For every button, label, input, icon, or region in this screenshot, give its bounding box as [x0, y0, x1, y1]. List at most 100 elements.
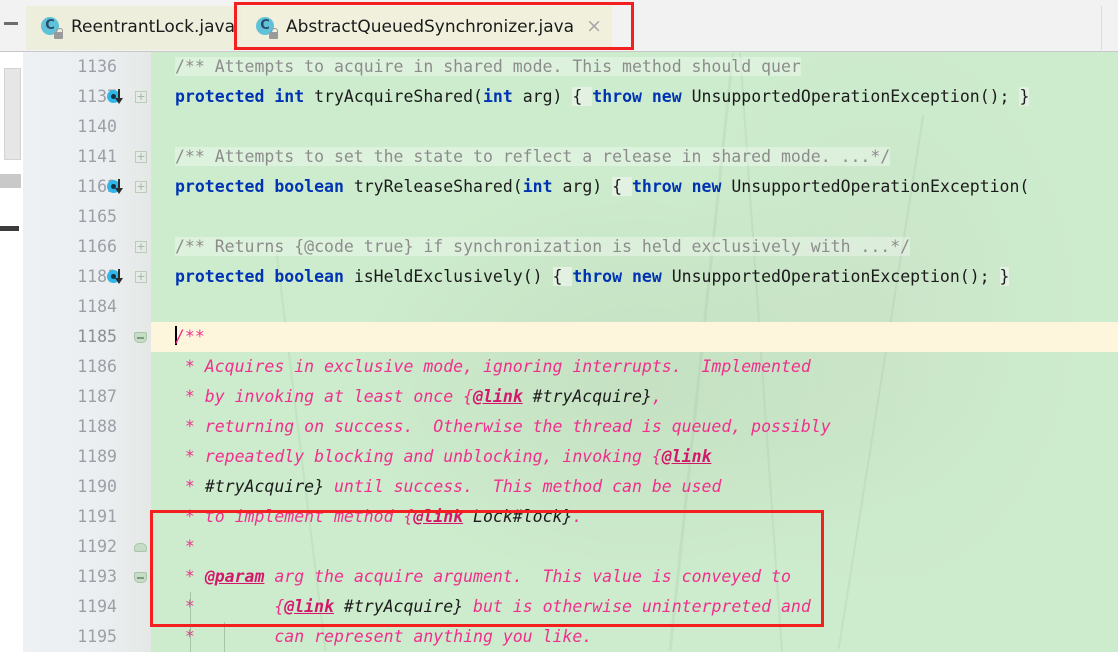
- line-number: 1186: [77, 357, 117, 376]
- code-line[interactable]: [151, 112, 1118, 142]
- code-token: throw new: [592, 87, 692, 106]
- javadoc-tag: @param: [204, 567, 265, 586]
- code-token: isHeldExclusively(): [353, 267, 553, 286]
- javadoc-text: [463, 507, 473, 526]
- fold-expand-icon[interactable]: +: [135, 91, 147, 103]
- code-editor[interactable]: 1136 1137 1140 1141 1162 1165 1166 1181 1184 1185…: [0, 52, 1118, 652]
- line-number: 1185: [77, 327, 117, 346]
- line-number: 1137: [77, 87, 117, 106]
- editor-tab-abstractqueuedsynchronizer[interactable]: C AbstractQueuedSynchronizer.java ×: [241, 6, 613, 50]
- line-number: 1181: [77, 267, 117, 286]
- editor-gutter[interactable]: 1136 1137 1140 1141 1162 1165 1166 1181 1184 1185…: [23, 52, 151, 652]
- javadoc-text: {: [463, 387, 474, 406]
- code-line[interactable]: protected int tryAcquireShared(int arg) …: [151, 82, 1118, 112]
- code-token: arg): [512, 87, 573, 106]
- fold-collapse-icon[interactable]: [134, 332, 147, 343]
- code-line[interactable]: * @param arg the acquire argument. This …: [151, 562, 1118, 592]
- code-content[interactable]: /** Attempts to acquire in shared mode. …: [151, 52, 1118, 652]
- code-token: UnsupportedOperationException(: [731, 177, 1030, 196]
- code-line[interactable]: /** Attempts to set the state to reflect…: [151, 142, 1118, 172]
- javadoc-text: *: [175, 567, 205, 586]
- code-comment: /** Returns {@code true} if synchronizat…: [175, 237, 911, 256]
- code-token: {: [572, 87, 593, 106]
- code-token: arg): [552, 177, 613, 196]
- implements-method-icon[interactable]: [107, 179, 123, 194]
- line-number: 1187: [77, 387, 117, 406]
- tab-label: AbstractQueuedSynchronizer.java: [286, 16, 575, 37]
- javadoc-text: #tryAcquire}: [204, 477, 325, 496]
- gutter-icon-column: + + + + +: [105, 52, 151, 652]
- code-token: int: [522, 177, 553, 196]
- javadoc-text: {: [403, 507, 414, 526]
- javadoc-text: [523, 387, 533, 406]
- code-token: int: [482, 87, 513, 106]
- fold-expand-icon[interactable]: +: [135, 241, 147, 253]
- ide-window: C ReentrantLock.java × ‹ C AbstractQueue…: [0, 0, 1118, 652]
- implements-method-icon[interactable]: [107, 269, 123, 284]
- code-token: protected boolean: [175, 267, 354, 286]
- javadoc-text: *: [175, 537, 195, 556]
- code-line[interactable]: *: [151, 532, 1118, 562]
- fold-collapse-icon[interactable]: [134, 572, 147, 583]
- code-line[interactable]: protected boolean tryReleaseShared(int a…: [151, 172, 1118, 202]
- javadoc-text: * to implement method: [175, 507, 404, 526]
- fold-expand-icon[interactable]: +: [135, 271, 147, 283]
- vertical-scrollbar-thumb[interactable]: [4, 68, 21, 160]
- code-line[interactable]: * to implement method {@link Lock#lock}.: [151, 502, 1118, 532]
- java-class-icon: C: [255, 16, 278, 39]
- code-line[interactable]: /** Attempts to acquire in shared mode. …: [151, 52, 1118, 82]
- code-line[interactable]: * returning on success. Otherwise the th…: [151, 412, 1118, 442]
- code-line[interactable]: /** Returns {@code true} if synchronizat…: [151, 232, 1118, 262]
- close-icon[interactable]: ×: [586, 17, 602, 36]
- javadoc-text: * Acquires in exclusive mode, ignoring i…: [175, 357, 811, 376]
- javadoc-text: ,: [651, 387, 662, 406]
- code-line[interactable]: * by invoking at least once {@link #tryA…: [151, 382, 1118, 412]
- javadoc-tag: @link: [284, 597, 334, 616]
- code-token: protected boolean: [175, 177, 354, 196]
- line-number: 1136: [77, 57, 117, 76]
- fold-expand-icon[interactable]: +: [135, 181, 147, 193]
- javadoc-tag: @link: [473, 387, 523, 406]
- minimize-icon[interactable]: [4, 22, 18, 25]
- code-line[interactable]: [151, 292, 1118, 322]
- javadoc-text: arg the acquire argument. This value is …: [264, 567, 791, 586]
- code-line[interactable]: * repeatedly blocking and unblocking, in…: [151, 442, 1118, 472]
- line-number: 1192: [77, 537, 117, 556]
- javadoc-text: [334, 597, 344, 616]
- editor-tab-reentrantlock[interactable]: C ReentrantLock.java ×: [26, 6, 273, 50]
- code-token: tryReleaseShared(: [353, 177, 523, 196]
- code-line[interactable]: [151, 202, 1118, 232]
- javadoc-text: {: [274, 597, 285, 616]
- tab-label: ReentrantLock.java: [71, 16, 236, 37]
- line-number: 1140: [77, 117, 117, 136]
- javadoc-text: * can represent anything you like.: [175, 627, 593, 646]
- javadoc-text: /**: [175, 327, 205, 346]
- tab-bar-overflow[interactable]: [1101, 6, 1118, 50]
- line-number: 1195: [77, 627, 117, 646]
- marker-block: [0, 174, 21, 188]
- lock-icon: [54, 27, 63, 39]
- javadoc-tag: @link: [661, 447, 712, 466]
- javadoc-tag: @link: [413, 507, 464, 526]
- javadoc-text: until success. This method can be used: [324, 477, 722, 496]
- editor-tab-bar: C ReentrantLock.java × ‹ C AbstractQueue…: [0, 0, 1118, 52]
- code-line[interactable]: * {@link #tryAcquire} but is otherwise u…: [151, 592, 1118, 622]
- javadoc-text: but is otherwise uninterpreted and: [463, 597, 811, 616]
- code-line[interactable]: * #tryAcquire} until success. This metho…: [151, 472, 1118, 502]
- javadoc-text: #tryAcquire}: [343, 597, 464, 616]
- code-line[interactable]: * can represent anything you like.: [151, 622, 1118, 652]
- fold-expand-icon[interactable]: +: [135, 151, 147, 163]
- code-line[interactable]: protected boolean isHeldExclusively() { …: [151, 262, 1118, 292]
- editor-left-margin: [0, 52, 23, 652]
- code-line[interactable]: /**: [151, 322, 1118, 352]
- fold-region-end-icon[interactable]: [134, 543, 147, 552]
- javadoc-text: * returning on success. Otherwise the th…: [175, 417, 831, 436]
- line-number: 1189: [77, 447, 117, 466]
- code-line[interactable]: * Acquires in exclusive mode, ignoring i…: [151, 352, 1118, 382]
- code-token: throw new: [632, 177, 732, 196]
- code-token: }: [1019, 87, 1030, 106]
- line-number: 1141: [77, 147, 117, 166]
- line-number: 1194: [77, 597, 117, 616]
- java-class-icon: C: [40, 16, 63, 39]
- implements-method-icon[interactable]: [107, 89, 123, 104]
